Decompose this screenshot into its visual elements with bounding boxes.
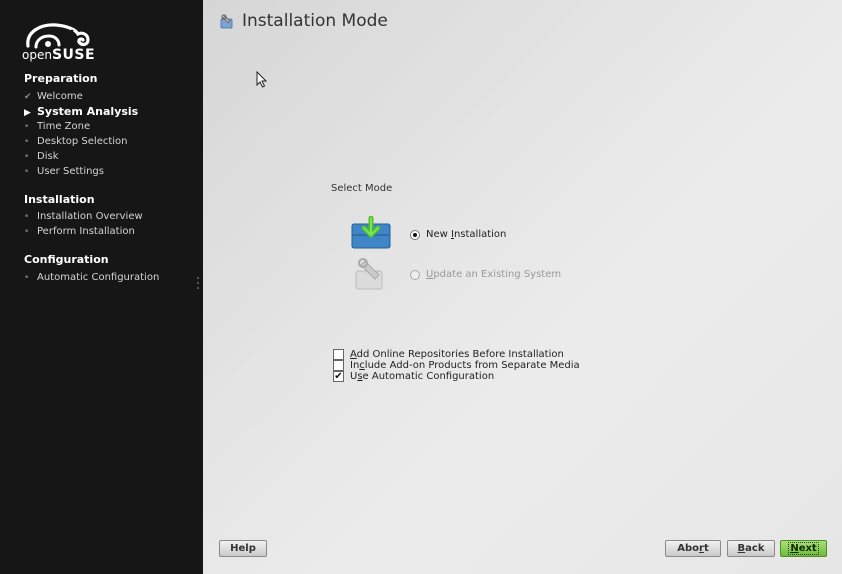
step-perform-installation: • Perform Installation xyxy=(24,226,135,237)
logo-text-open: open xyxy=(22,48,52,62)
radio-label-update-existing: Update an Existing System xyxy=(426,269,562,280)
back-button[interactable]: Back xyxy=(727,540,775,557)
step-label: Disk xyxy=(37,151,59,162)
step-label: User Settings xyxy=(37,166,104,177)
bullet-icon: • xyxy=(24,227,30,237)
step-disk: • Disk xyxy=(24,151,58,162)
checkbox-unchecked[interactable] xyxy=(333,349,344,360)
step-label: Time Zone xyxy=(37,121,91,132)
logo-text-suse: SUSE xyxy=(51,47,96,63)
checkbox-unchecked[interactable] xyxy=(333,360,344,371)
sidebar: openSUSE Preparation ✔ Welcome ▶ System An… xyxy=(0,0,203,574)
step-system-analysis: ▶ System Analysis xyxy=(24,105,138,118)
section-title-configuration: Configuration xyxy=(24,253,109,266)
step-label: Desktop Selection xyxy=(37,136,128,147)
checkbox-add-online-repositories[interactable]: Add Online Repositories Before Installat… xyxy=(333,349,564,360)
bullet-icon: • xyxy=(24,152,30,162)
new-installation-icon xyxy=(351,216,391,249)
checkbox-use-automatic-configuration[interactable]: ✔ Use Automatic Configuration xyxy=(333,371,494,382)
help-button[interactable]: Help xyxy=(219,540,267,557)
section-title-preparation: Preparation xyxy=(24,72,98,85)
checkbox-label: Add Online Repositories Before Installat… xyxy=(350,349,564,360)
current-step-arrow-icon: ▶ xyxy=(24,108,31,118)
bullet-icon: • xyxy=(24,167,30,177)
installer-wrench-icon xyxy=(220,14,233,29)
page-title: Installation Mode xyxy=(242,11,388,31)
bullet-icon: • xyxy=(24,137,30,147)
step-label: Automatic Configuration xyxy=(37,272,160,283)
step-label: System Analysis xyxy=(37,105,139,118)
step-user-settings: • User Settings xyxy=(24,166,104,177)
sidebar-resize-handle[interactable] xyxy=(197,277,200,292)
update-system-icon xyxy=(355,258,383,290)
checkbox-label: Use Automatic Configuration xyxy=(350,371,495,382)
abort-button[interactable]: Abo r t xyxy=(665,540,721,557)
step-label: Perform Installation xyxy=(37,226,135,237)
select-mode-label: Select Mode xyxy=(331,183,393,194)
bullet-icon: • xyxy=(24,212,30,222)
chameleon-logo-icon xyxy=(26,23,90,49)
next-button[interactable]: Next xyxy=(780,540,827,557)
opensuse-logo: openSUSE xyxy=(22,20,95,64)
radio-button-disabled[interactable] xyxy=(410,269,420,280)
step-installation-overview: • Installation Overview xyxy=(24,211,143,222)
checkbox-checked[interactable]: ✔ xyxy=(333,371,344,382)
main-content: Installation Mode Select Mode New Instal… xyxy=(203,0,842,574)
radio-update-existing-system[interactable]: Update an Existing System xyxy=(410,269,561,280)
mouse-pointer-icon xyxy=(256,71,268,88)
step-label: Installation Overview xyxy=(37,211,143,222)
bullet-icon: • xyxy=(24,122,30,132)
radio-label-new-installation: New Installation xyxy=(426,229,507,240)
bullet-icon: • xyxy=(24,273,30,283)
step-desktop-selection: • Desktop Selection xyxy=(24,136,128,147)
radio-new-installation[interactable]: New Installation xyxy=(410,229,506,240)
radio-button-selected[interactable] xyxy=(410,229,420,240)
checkmark-icon: ✔ xyxy=(24,92,32,102)
checkbox-include-addon-products[interactable]: Include Add-on Products from Separate Me… xyxy=(333,360,580,371)
logo-wordmark: openSUSE xyxy=(22,47,95,63)
checkbox-label: Include Add-on Products from Separate Me… xyxy=(350,360,580,371)
section-title-installation: Installation xyxy=(24,193,95,206)
step-automatic-configuration: • Automatic Configuration xyxy=(24,272,159,283)
step-welcome: ✔ Welcome xyxy=(24,91,83,102)
step-time-zone: • Time Zone xyxy=(24,121,90,132)
step-label: Welcome xyxy=(37,91,83,102)
